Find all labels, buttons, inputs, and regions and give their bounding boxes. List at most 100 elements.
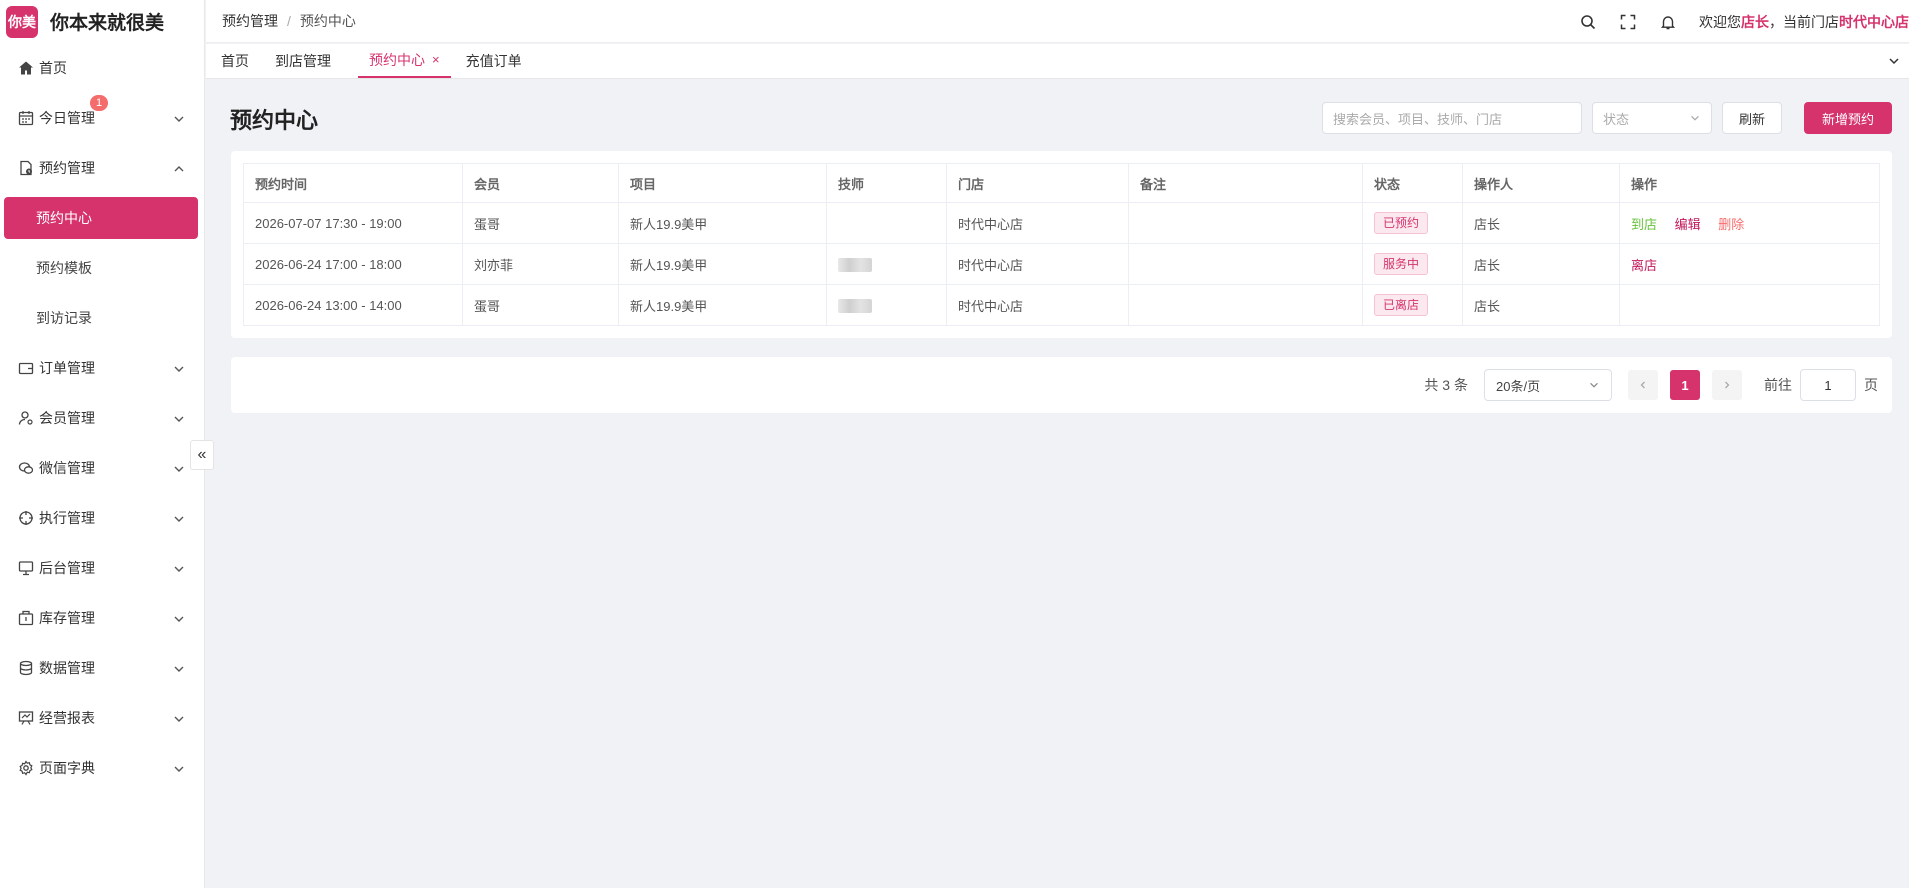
search-input[interactable]: 搜索会员、项目、技师、门店 — [1322, 102, 1582, 134]
table-row: 2026-07-07 17:30 - 19:00 蛋哥 新人19.9美甲 时代中… — [243, 202, 1880, 244]
column-header: 会员 — [462, 163, 619, 203]
column-header: 状态 — [1362, 163, 1463, 203]
tab-store-visits[interactable]: 到店管理 — [264, 43, 342, 78]
current-store: 时代中心店 — [1839, 13, 1909, 30]
sidebar-subitem-reservation-template[interactable]: 预约模板 — [0, 243, 204, 293]
sidebar-item-data[interactable]: 数据管理 — [0, 643, 204, 693]
wallet-icon — [17, 359, 35, 377]
sidebar-subitem-visit-records[interactable]: 到访记录 — [0, 293, 204, 343]
cell-project: 新人19.9美甲 — [618, 202, 827, 244]
user-icon — [17, 409, 35, 427]
logo: 你美 你本来就很美 — [0, 0, 204, 43]
sidebar-item-label: 微信管理 — [39, 460, 95, 476]
cell-operator: 店长 — [1462, 284, 1620, 326]
current-user: 店长 — [1741, 13, 1769, 30]
box-icon — [17, 609, 35, 627]
fullscreen-icon[interactable] — [1619, 13, 1637, 31]
sidebar-item-wechat[interactable]: 微信管理 — [0, 443, 204, 493]
sidebar-item-today[interactable]: 今日管理 1 — [0, 93, 204, 143]
goto-suffix: 页 — [1864, 377, 1878, 393]
chevron-left-icon — [1640, 381, 1645, 389]
sidebar-item-label: 后台管理 — [39, 560, 95, 576]
column-header: 操作人 — [1462, 163, 1620, 203]
cell-note — [1128, 243, 1363, 285]
search-icon[interactable] — [1579, 13, 1597, 31]
blurred-technician — [838, 298, 872, 313]
gear-icon — [17, 759, 35, 777]
tab-home[interactable]: 首页 — [210, 43, 260, 78]
page-title: 预约中心 — [230, 108, 319, 133]
page-size-select[interactable]: 20条/页 — [1484, 369, 1612, 401]
add-reservation-button[interactable]: 新增预约 — [1804, 102, 1892, 134]
chat-icon — [17, 459, 35, 477]
status-select[interactable]: 状态 — [1592, 102, 1712, 134]
sidebar-item-backend[interactable]: 后台管理 — [0, 543, 204, 593]
status-badge: 已离店 — [1374, 294, 1429, 316]
sidebar-collapse-button[interactable]: « — [190, 440, 214, 470]
cell-store: 时代中心店 — [946, 202, 1129, 244]
tab-recharge-orders[interactable]: 充值订单 — [455, 43, 533, 78]
cell-member: 蛋哥 — [462, 284, 619, 326]
sidebar-item-reports[interactable]: 经营报表 — [0, 693, 204, 743]
breadcrumb-item[interactable]: 预约管理 — [222, 11, 278, 31]
cell-member: 蛋哥 — [462, 202, 619, 244]
leave-link[interactable]: 离店 — [1631, 258, 1657, 273]
breadcrumb-current: 预约中心 — [299, 13, 356, 29]
cell-time: 2026-06-24 17:00 - 18:00 — [243, 243, 463, 285]
cell-status: 已离店 — [1362, 284, 1463, 326]
cell-actions — [1619, 284, 1880, 326]
chevron-down-icon[interactable] — [1887, 54, 1901, 68]
close-icon[interactable]: × — [432, 52, 440, 67]
chevron-down-icon — [174, 766, 184, 772]
sidebar-item-orders[interactable]: 订单管理 — [0, 343, 204, 393]
refresh-button[interactable]: 刷新 — [1722, 102, 1782, 134]
sidebar-item-label: 页面字典 — [39, 760, 95, 776]
delete-link[interactable]: 删除 — [1718, 217, 1744, 232]
sidebar-item-members[interactable]: 会员管理 — [0, 393, 204, 443]
column-header: 技师 — [826, 163, 947, 203]
tab-reservation-center[interactable]: 预约中心 × — [358, 43, 451, 78]
sidebar-subitem-reservation-center[interactable]: 预约中心 — [4, 197, 198, 239]
cell-status: 已预约 — [1362, 202, 1463, 244]
sidebar-item-inventory[interactable]: 库存管理 — [0, 593, 204, 643]
page-number-active[interactable]: 1 — [1670, 370, 1700, 400]
sidebar-item-home[interactable]: 首页 — [0, 43, 204, 93]
edit-link[interactable]: 编辑 — [1675, 217, 1701, 232]
header-actions: 欢迎您店长，当前门店时代中心店 — [1579, 0, 1909, 43]
column-header: 门店 — [946, 163, 1129, 203]
cell-operator: 店长 — [1462, 243, 1620, 285]
table-header-row: 预约时间 会员 项目 技师 门店 备注 状态 操作人 操作 — [243, 163, 1880, 203]
column-header: 备注 — [1128, 163, 1363, 203]
welcome-mid: ，当前门店 — [1769, 13, 1839, 30]
cell-store: 时代中心店 — [946, 284, 1129, 326]
monitor-icon — [17, 559, 35, 577]
chevron-down-icon — [174, 116, 184, 122]
arrive-link[interactable]: 到店 — [1631, 217, 1657, 232]
breadcrumb-separator: / — [287, 13, 291, 29]
chevron-down-icon — [174, 616, 184, 622]
table-row: 2026-06-24 17:00 - 18:00 刘亦菲 新人19.9美甲 时代… — [243, 243, 1880, 285]
tab-label: 预约中心 — [369, 51, 425, 68]
target-icon — [17, 509, 35, 527]
chevron-down-icon — [1590, 382, 1598, 388]
sidebar-item-reservation[interactable]: 预约管理 — [0, 143, 204, 193]
welcome-prefix: 欢迎您 — [1699, 13, 1741, 30]
calendar-icon — [17, 109, 35, 127]
goto-page-input[interactable]: 1 — [1800, 369, 1856, 401]
top-header: 预约管理 / 预约中心 欢迎您店长，当前门店时代中心店 — [206, 0, 1909, 43]
cell-technician — [826, 284, 947, 326]
chevron-right-icon — [1725, 381, 1730, 389]
sidebar-item-dictionary[interactable]: 页面字典 — [0, 743, 204, 793]
next-page-button[interactable] — [1712, 370, 1742, 400]
cell-note — [1128, 202, 1363, 244]
app-name: 你本来就很美 — [50, 13, 165, 34]
bell-icon[interactable] — [1659, 13, 1677, 31]
sidebar-item-label: 经营报表 — [39, 710, 95, 726]
column-header: 操作 — [1619, 163, 1880, 203]
cell-technician — [826, 243, 947, 285]
prev-page-button[interactable] — [1628, 370, 1658, 400]
home-icon — [17, 59, 35, 77]
sidebar-item-execution[interactable]: 执行管理 — [0, 493, 204, 543]
status-badge: 服务中 — [1374, 253, 1429, 275]
chevron-up-icon — [174, 166, 184, 172]
